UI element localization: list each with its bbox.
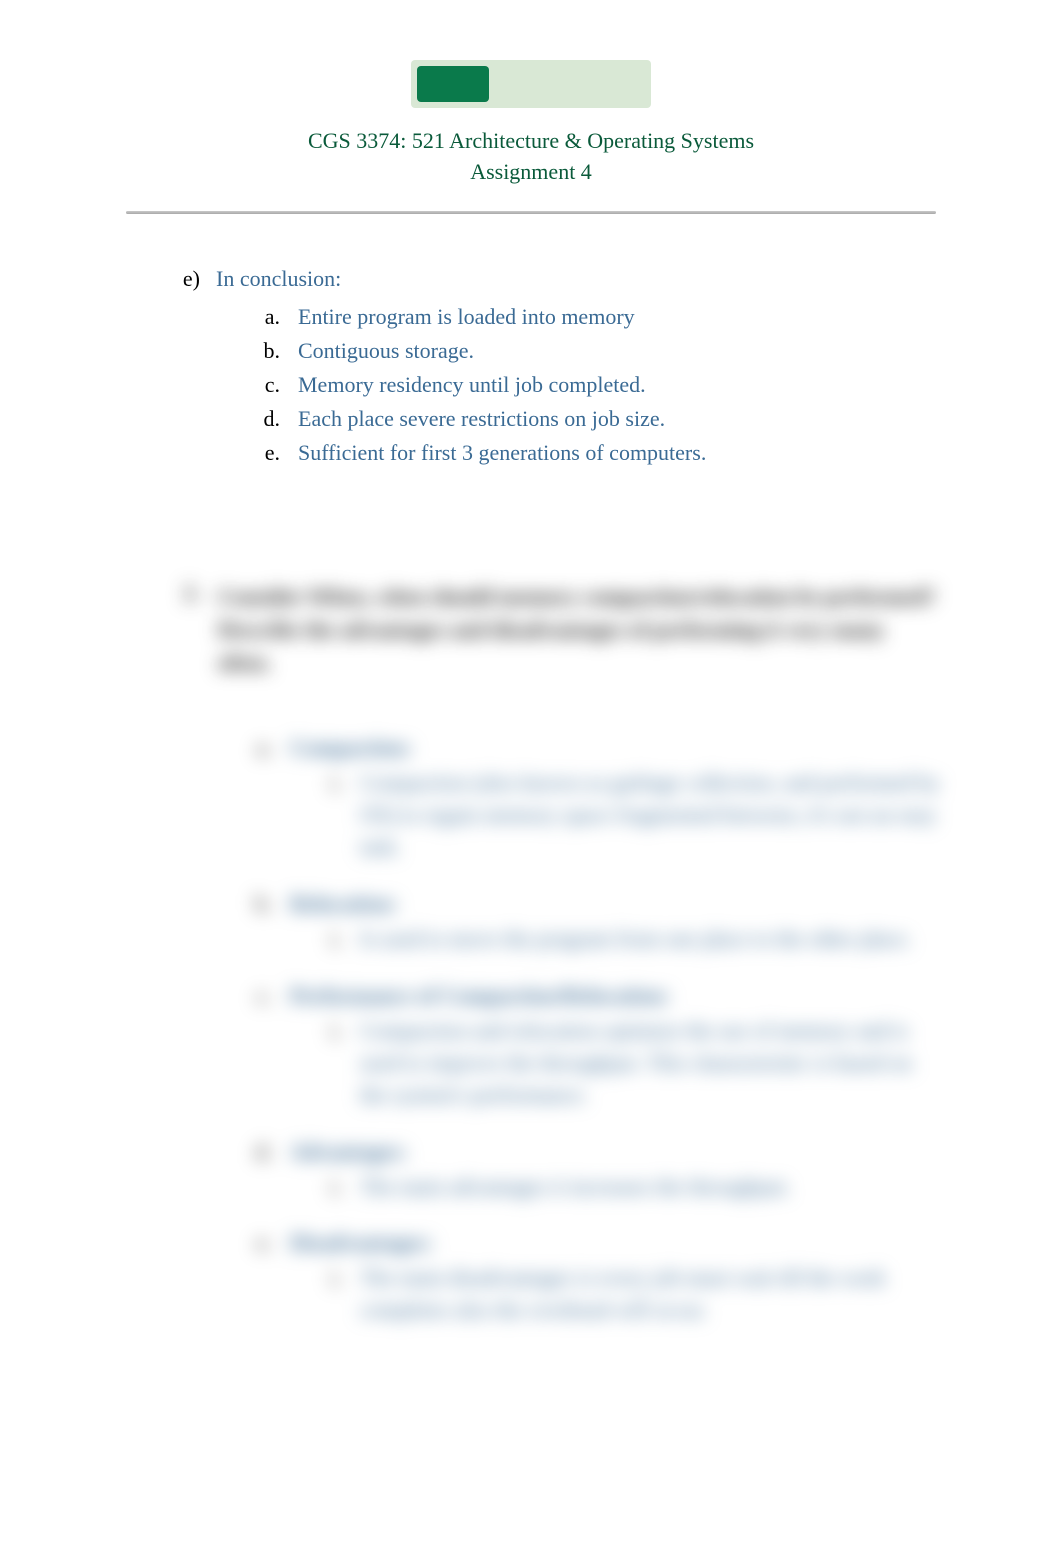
section-body: The main disadvantages is every job must… [360,1262,942,1326]
list-marker: i. [318,923,342,955]
list-marker: c. [256,368,280,402]
section-body-row: i. Is used to move the program from one … [176,923,942,955]
conclusion-label: In conclusion: [216,266,341,292]
section-body: Is used to move the program from one pla… [360,923,912,955]
institution-logo [411,60,651,108]
logo-area [120,60,942,108]
section-heading: Compaction: [290,735,412,761]
list-item: c. Memory residency until job completed. [256,368,942,402]
list-marker: i. [318,1171,342,1203]
course-title: CGS 3374: 521 Architecture & Operating S… [120,126,942,157]
list-marker: b. [256,334,280,368]
section-body-row: i. The main advantages it increases the … [176,1171,942,1203]
question-text: Consider When, when should memory compac… [218,580,942,679]
logo-badge-icon [417,66,489,102]
section-heading-row: a. Compaction: [176,735,942,761]
list-item-text: Each place severe restrictions on job si… [298,402,665,436]
blurred-section-c: c. Performance of Compaction/Relocation:… [176,983,942,1111]
list-marker: a. [248,735,272,761]
list-marker: e. [248,1230,272,1256]
list-marker: i. [318,767,342,863]
section-body: The main advantages it increases the thr… [360,1171,791,1203]
conclusion-sublist: a. Entire program is loaded into memory … [176,300,942,470]
list-item-text: Entire program is loaded into memory [298,300,635,334]
list-marker: c. [248,983,272,1009]
list-item: a. Entire program is loaded into memory [256,300,942,334]
blurred-section-e: e. Disadvantages: i. The main disadvanta… [176,1230,942,1326]
section-body-row: i. Compaction and relocation optimize th… [176,1015,942,1111]
list-marker: i. [318,1262,342,1326]
list-item-text: Contiguous storage. [298,334,474,368]
assignment-title: Assignment 4 [120,159,942,185]
section-body-row: i. The main disadvantages is every job m… [176,1262,942,1326]
section-body: Compaction and relocation optimize the u… [360,1015,942,1111]
section-heading-row: d. Advantages: [176,1139,942,1165]
section-heading-row: e. Disadvantages: [176,1230,942,1256]
question-2: 2. Consider When, when should memory com… [176,580,942,679]
list-marker: e. [256,436,280,470]
blurred-section-d: d. Advantages: i. The main advantages it… [176,1139,942,1203]
list-item-e: e) In conclusion: [176,266,942,292]
list-item-text: Sufficient for first 3 generations of co… [298,436,706,470]
header-divider [126,211,936,214]
list-marker: i. [318,1015,342,1111]
list-marker: d. [248,1139,272,1165]
list-marker: 2. [176,580,200,679]
section-heading: Performance of Compaction/Relocation: [290,983,670,1009]
list-item: b. Contiguous storage. [256,334,942,368]
list-marker: b. [248,891,272,917]
blurred-section-a: a. Compaction: i. Compaction (also known… [176,735,942,863]
list-marker: d. [256,402,280,436]
section-heading-row: b. Relocation: [176,891,942,917]
section-heading: Disadvantages: [290,1230,433,1256]
blurred-section-b: b. Relocation: i. Is used to move the pr… [176,891,942,955]
section-heading: Advantages: [290,1139,407,1165]
blurred-content: 2. Consider When, when should memory com… [176,580,942,1326]
section-heading: Relocation: [290,891,398,917]
list-item: e. Sufficient for first 3 generations of… [256,436,942,470]
list-marker: a. [256,300,280,334]
list-item-text: Memory residency until job completed. [298,368,646,402]
content-area: e) In conclusion: a. Entire program is l… [120,266,942,1326]
section-body-row: i. Compaction (also known as garbage col… [176,767,942,863]
list-item: d. Each place severe restrictions on job… [256,402,942,436]
section-heading-row: c. Performance of Compaction/Relocation: [176,983,942,1009]
section-body: Compaction (also known as garbage collec… [360,767,942,863]
document-page: CGS 3374: 521 Architecture & Operating S… [0,0,1062,1414]
list-marker: e) [176,266,200,292]
